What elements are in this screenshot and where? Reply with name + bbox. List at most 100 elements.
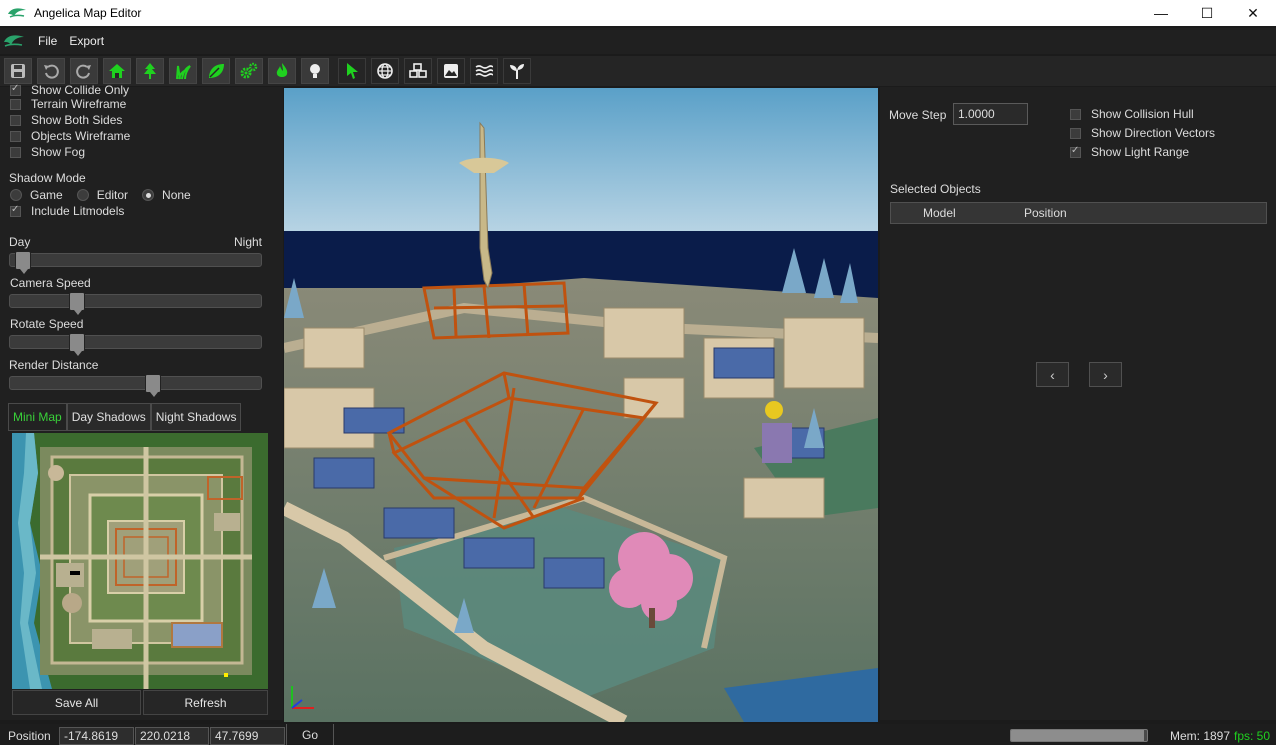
tab-mini-map[interactable]: Mini Map	[8, 403, 67, 431]
show-fog-checkbox[interactable]	[10, 146, 21, 158]
select-tool-button[interactable]	[338, 58, 366, 84]
terrain-tool-button[interactable]	[437, 58, 465, 84]
3d-viewport[interactable]	[284, 88, 878, 722]
effects-tool-button[interactable]	[235, 58, 263, 84]
lights-tool-button[interactable]	[301, 58, 329, 84]
landscape-icon	[444, 64, 458, 78]
show-fog-label: Show Fog	[31, 145, 86, 159]
foliage-tool-button[interactable]	[202, 58, 230, 84]
show-light-range-option[interactable]: Show Light Range	[1070, 145, 1189, 159]
move-step-input[interactable]	[953, 103, 1028, 125]
fire-icon	[276, 63, 288, 77]
include-litmodels-checkbox[interactable]	[10, 204, 21, 217]
objects-wireframe-option[interactable]: Objects Wireframe	[10, 129, 130, 143]
sprout-icon	[510, 64, 524, 79]
slider-handle[interactable]	[69, 333, 85, 356]
save-icon	[11, 64, 25, 78]
position-z-input[interactable]	[210, 727, 285, 745]
objects-wireframe-label: Objects Wireframe	[31, 129, 131, 143]
fps-counter: fps: 50	[1234, 729, 1271, 743]
show-collision-hull-option[interactable]: Show Collision Hull	[1070, 107, 1194, 121]
map-tabs: Mini Map Day Shadows Night Shadows	[8, 403, 242, 431]
shadow-mode-label: Shadow Mode	[9, 171, 86, 185]
status-bar: Position Go Mem: 1897 fps: 50	[0, 724, 1276, 745]
grass-icon	[176, 65, 191, 80]
objects-icon	[409, 63, 427, 78]
position-y-input[interactable]	[135, 727, 209, 745]
selected-objects-table-header: Model Position	[890, 202, 1267, 224]
redo-icon	[76, 64, 91, 79]
redo-button[interactable]	[70, 58, 98, 84]
water-tool-button[interactable]	[470, 58, 498, 84]
shadow-none-radio[interactable]	[142, 189, 155, 201]
slider-handle[interactable]	[69, 292, 85, 315]
menu-export[interactable]: Export	[63, 34, 110, 48]
rotate-speed-slider[interactable]	[9, 333, 262, 356]
menu-file[interactable]: File	[32, 34, 63, 48]
day-night-slider[interactable]	[9, 251, 262, 274]
position-x-input[interactable]	[59, 727, 134, 745]
show-both-sides-label: Show Both Sides	[31, 113, 123, 127]
include-litmodels-option[interactable]: Include Litmodels	[10, 204, 124, 218]
column-model[interactable]: Model	[891, 206, 991, 220]
undo-icon	[44, 64, 59, 79]
maximize-button[interactable]: ☐	[1184, 0, 1230, 26]
tree-icon	[144, 63, 156, 79]
cursor-icon	[347, 63, 358, 79]
close-button[interactable]: ✕	[1230, 0, 1276, 26]
memory-progress-bar	[1010, 729, 1148, 742]
tab-day-shadows[interactable]: Day Shadows	[66, 403, 151, 431]
slider-handle[interactable]	[145, 374, 161, 397]
gears-icon	[240, 62, 258, 79]
terrain-wireframe-label: Terrain Wireframe	[31, 97, 127, 111]
terrain-wireframe-option[interactable]: Terrain Wireframe	[10, 97, 126, 111]
camera-speed-label: Camera Speed	[10, 276, 91, 290]
day-label: Day	[9, 235, 31, 249]
world-tool-button[interactable]	[371, 58, 399, 84]
render-distance-slider[interactable]	[9, 374, 262, 397]
rotate-speed-label: Rotate Speed	[10, 317, 84, 331]
show-both-sides-checkbox[interactable]	[10, 114, 21, 126]
undo-button[interactable]	[37, 58, 65, 84]
trees-tool-button[interactable]	[136, 58, 164, 84]
refresh-button[interactable]: Refresh	[143, 690, 268, 715]
shadow-editor-label: Editor	[96, 188, 129, 202]
app-logo-icon	[4, 35, 24, 47]
next-button[interactable]: ›	[1089, 362, 1122, 387]
show-direction-vectors-option[interactable]: Show Direction Vectors	[1070, 126, 1215, 140]
terrain-wireframe-checkbox[interactable]	[10, 98, 21, 110]
app-logo-icon	[8, 8, 26, 18]
show-fog-option[interactable]: Show Fog	[10, 145, 85, 159]
column-position[interactable]: Position	[991, 206, 1067, 220]
show-collide-only-checkbox[interactable]	[10, 83, 21, 96]
position-label: Position	[8, 729, 51, 743]
minimize-button[interactable]: —	[1138, 0, 1184, 26]
show-light-range-checkbox[interactable]	[1070, 145, 1081, 158]
objects-tool-button[interactable]	[404, 58, 432, 84]
fire-tool-button[interactable]	[268, 58, 296, 84]
shadow-game-radio[interactable]	[10, 189, 22, 201]
show-collision-hull-checkbox[interactable]	[1070, 108, 1081, 120]
previous-button[interactable]: ‹	[1036, 362, 1069, 387]
slider-handle[interactable]	[15, 251, 31, 274]
save-all-button[interactable]: Save All	[12, 690, 141, 715]
scene-render	[284, 88, 878, 722]
mini-map[interactable]	[12, 433, 268, 689]
shadow-editor-radio[interactable]	[76, 189, 89, 201]
show-both-sides-option[interactable]: Show Both Sides	[10, 113, 122, 127]
include-litmodels-label: Include Litmodels	[31, 204, 125, 218]
tab-night-shadows[interactable]: Night Shadows	[150, 403, 242, 431]
camera-speed-slider[interactable]	[9, 292, 262, 315]
move-step-label: Move Step	[889, 108, 947, 122]
title-bar: Angelica Map Editor — ☐ ✕	[0, 0, 1276, 26]
go-button[interactable]: Go	[286, 724, 334, 745]
objects-wireframe-checkbox[interactable]	[10, 130, 21, 142]
vegetation-tool-button[interactable]	[503, 58, 531, 84]
globe-icon	[377, 63, 393, 79]
grass-tool-button[interactable]	[169, 58, 197, 84]
save-button[interactable]	[4, 58, 32, 84]
buildings-tool-button[interactable]	[103, 58, 131, 84]
show-direction-vectors-checkbox[interactable]	[1070, 127, 1081, 139]
show-collide-only-option[interactable]: Show Collide Only	[10, 83, 129, 97]
night-label: Night	[234, 235, 263, 249]
